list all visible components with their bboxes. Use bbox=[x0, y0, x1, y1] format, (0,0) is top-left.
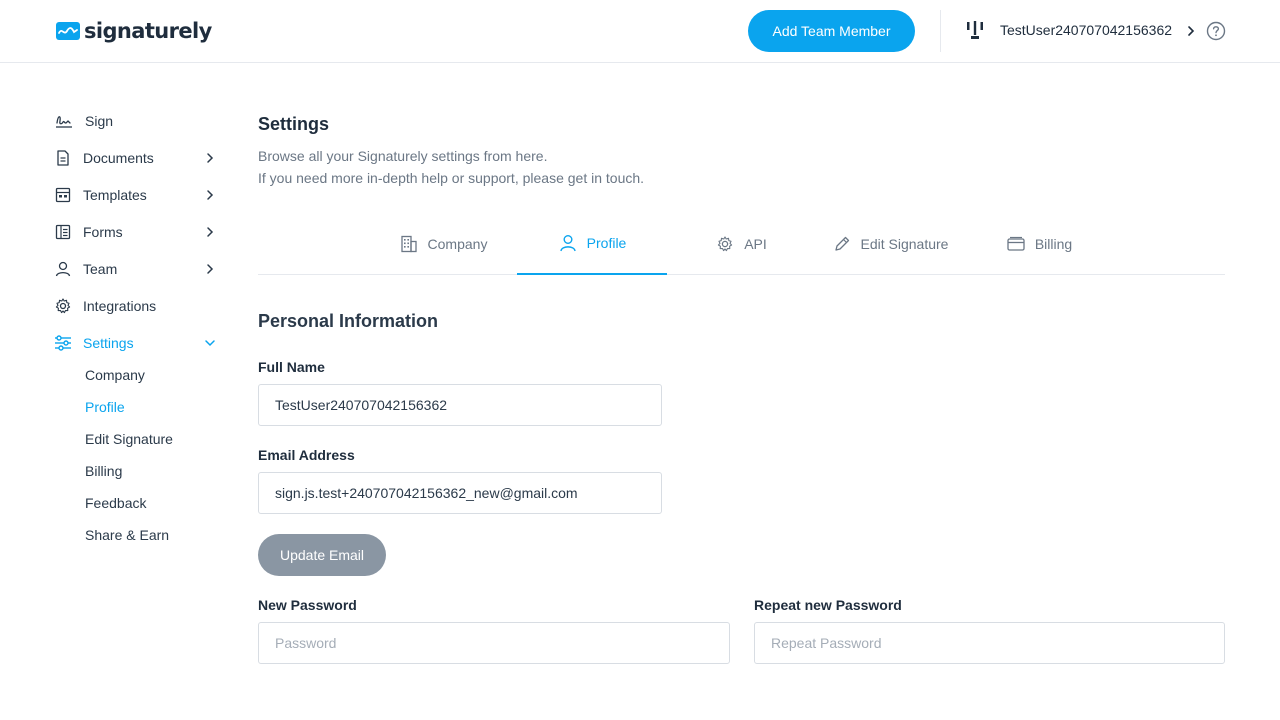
user-icon bbox=[55, 261, 71, 277]
section-title: Personal Information bbox=[258, 311, 439, 331]
card-icon bbox=[1007, 236, 1025, 251]
sidebar-item-settings[interactable]: Settings bbox=[54, 331, 222, 355]
signature-icon bbox=[56, 116, 72, 128]
sidebar-subitem-profile[interactable]: Profile bbox=[85, 399, 125, 415]
tab-label: Company bbox=[427, 236, 488, 252]
sidebar-subitem-company[interactable]: Company bbox=[85, 367, 145, 383]
chevron-right-icon[interactable] bbox=[1185, 24, 1197, 38]
email-input[interactable] bbox=[258, 472, 662, 514]
new-password-label: New Password bbox=[258, 597, 357, 613]
document-icon bbox=[57, 150, 69, 166]
chevron-right-icon bbox=[207, 153, 214, 163]
tab-billing[interactable]: Billing bbox=[964, 213, 1114, 275]
tab-edit-signature[interactable]: Edit Signature bbox=[815, 213, 965, 275]
page-description-line: Browse all your Signaturely settings fro… bbox=[258, 148, 548, 164]
user-menu-name[interactable]: TestUser240707042156362 bbox=[1000, 22, 1172, 38]
top-header: signaturely Add Team Member TestUser2407… bbox=[0, 0, 1280, 63]
sidebar-subitem-share-earn[interactable]: Share & Earn bbox=[85, 527, 169, 543]
sidebar-item-documents[interactable]: Documents bbox=[54, 146, 222, 170]
email-label: Email Address bbox=[258, 447, 355, 463]
sidebar-item-sign[interactable]: Sign bbox=[54, 109, 222, 133]
sidebar-subitem-billing[interactable]: Billing bbox=[85, 463, 122, 479]
gear-icon bbox=[55, 298, 71, 314]
logo[interactable]: signaturely bbox=[56, 19, 212, 43]
logo-text: signaturely bbox=[84, 19, 212, 43]
page-description: Browse all your Signaturely settings fro… bbox=[258, 145, 644, 189]
tab-company[interactable]: Company bbox=[368, 213, 518, 275]
tab-label: Profile bbox=[586, 235, 627, 251]
chevron-down-icon bbox=[205, 340, 215, 347]
tab-profile[interactable]: Profile bbox=[517, 213, 667, 275]
gear-icon bbox=[718, 236, 733, 252]
repeat-password-label: Repeat new Password bbox=[754, 597, 902, 613]
sidebar-item-label: Team bbox=[83, 261, 118, 277]
sidebar: Sign Documents Templates Forms Team Inte… bbox=[0, 63, 240, 720]
sidebar-item-integrations[interactable]: Integrations bbox=[54, 294, 222, 318]
update-email-button[interactable]: Update Email bbox=[258, 534, 386, 576]
help-icon[interactable] bbox=[1206, 21, 1226, 41]
building-icon bbox=[400, 235, 417, 253]
sidebar-item-label: Integrations bbox=[83, 298, 157, 314]
tab-label: Edit Signature bbox=[860, 236, 949, 252]
template-icon bbox=[55, 187, 71, 203]
chevron-right-icon bbox=[207, 227, 214, 237]
sidebar-item-label: Forms bbox=[83, 224, 123, 240]
sidebar-item-label: Templates bbox=[83, 187, 147, 203]
chevron-right-icon bbox=[207, 190, 214, 200]
sidebar-item-team[interactable]: Team bbox=[54, 257, 222, 281]
full-name-label: Full Name bbox=[258, 359, 325, 375]
tab-api[interactable]: API bbox=[666, 213, 816, 275]
add-team-member-button[interactable]: Add Team Member bbox=[748, 10, 915, 52]
sidebar-item-forms[interactable]: Forms bbox=[54, 220, 222, 244]
sidebar-item-label: Sign bbox=[85, 113, 114, 129]
main-content: Settings Browse all your Signaturely set… bbox=[258, 63, 1225, 720]
header-divider bbox=[940, 10, 941, 52]
full-name-input[interactable] bbox=[258, 384, 662, 426]
repeat-password-input[interactable] bbox=[754, 622, 1225, 664]
sidebar-item-label: Settings bbox=[83, 335, 134, 351]
signature-logo-icon bbox=[56, 22, 80, 40]
form-icon bbox=[55, 224, 71, 240]
sidebar-item-label: Documents bbox=[83, 150, 154, 166]
pencil-icon bbox=[834, 236, 849, 251]
sidebar-subitem-feedback[interactable]: Feedback bbox=[85, 495, 146, 511]
chevron-right-icon bbox=[207, 264, 214, 274]
tab-label: API bbox=[744, 236, 767, 252]
page-description-line: If you need more in-depth help or suppor… bbox=[258, 170, 645, 186]
user-icon bbox=[559, 235, 576, 252]
settings-tabs: Company Profile API Edit Signature Billi… bbox=[258, 213, 1225, 275]
sidebar-item-templates[interactable]: Templates bbox=[54, 183, 222, 207]
tab-label: Billing bbox=[1034, 236, 1073, 252]
page-title: Settings bbox=[258, 114, 330, 134]
sidebar-subitem-edit-signature[interactable]: Edit Signature bbox=[85, 431, 173, 447]
avatar[interactable] bbox=[963, 19, 987, 43]
sliders-icon bbox=[55, 335, 71, 351]
new-password-input[interactable] bbox=[258, 622, 730, 664]
